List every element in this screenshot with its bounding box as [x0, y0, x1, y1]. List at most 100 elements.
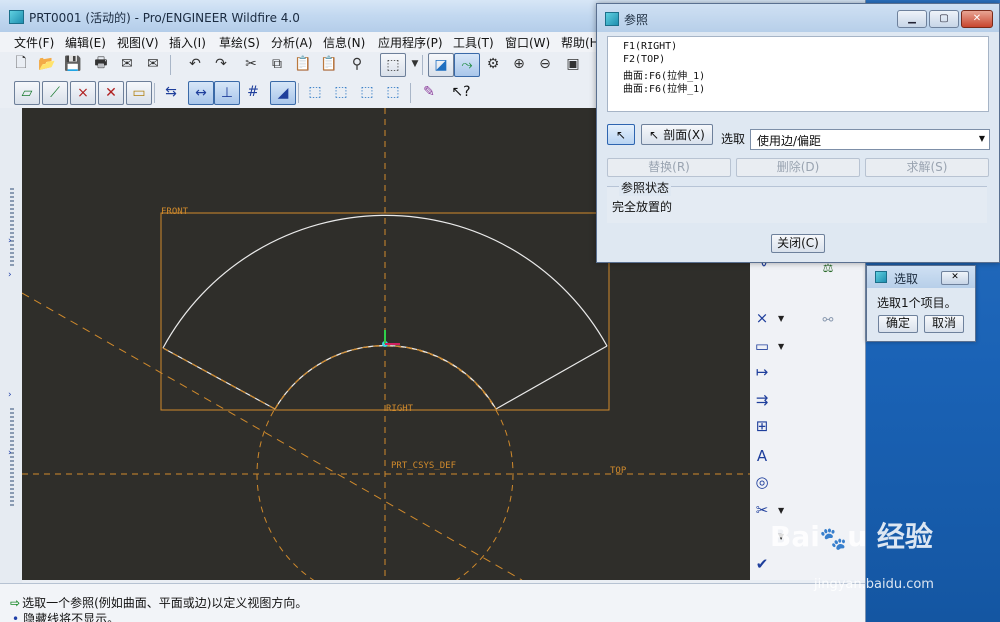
message-line-1: ⇨ 选取一个参照(例如曲面、平面或边)以定义视图方向。: [10, 594, 307, 611]
delete-button[interactable]: 删除(D): [736, 158, 860, 177]
solve-button[interactable]: 求解(S): [865, 158, 989, 177]
point-icon[interactable]: ×: [750, 306, 774, 330]
section-button[interactable]: ↖ 剖面(X): [641, 124, 713, 145]
expand-arrow-icon[interactable]: ›: [8, 448, 12, 458]
csys-display-icon[interactable]: ✕: [98, 81, 124, 105]
info-dot-icon: •: [12, 612, 20, 622]
dimension-display-icon[interactable]: ↔: [188, 81, 214, 105]
shade-closed-icon[interactable]: ⬚: [304, 80, 326, 104]
reference-item[interactable]: 曲面:F6(拉伸_1): [623, 80, 705, 95]
menu-edit[interactable]: 编辑(E): [65, 34, 106, 51]
point-display-icon[interactable]: ×: [70, 81, 96, 105]
text-icon[interactable]: A: [750, 444, 774, 468]
menu-sketch[interactable]: 草绘(S): [219, 34, 260, 51]
references-list[interactable]: F1(RIGHT) F2(TOP) 曲面:F6(拉伸_1) 曲面:F6(拉伸_1…: [607, 36, 989, 112]
open-ends-icon[interactable]: ⬚: [356, 80, 378, 104]
menu-info[interactable]: 信息(N): [323, 34, 365, 51]
overlap-geometry-icon[interactable]: ⬚: [330, 80, 352, 104]
sector-left-edge: [162, 347, 276, 410]
chevron-down-icon[interactable]: ▼: [778, 314, 784, 323]
menu-view[interactable]: 视图(V): [117, 34, 159, 51]
expand-arrow-icon[interactable]: ›: [8, 390, 12, 400]
prompt-arrow-icon: ⇨: [10, 596, 21, 610]
maximize-button[interactable]: ▢: [929, 10, 959, 28]
refit-icon[interactable]: ▣: [562, 52, 584, 76]
pick-arrow-button[interactable]: ↖: [607, 124, 635, 145]
analysis-icon[interactable]: ✎: [418, 80, 440, 104]
constraint-icon[interactable]: ⊞: [750, 414, 774, 438]
dialog-icon: [605, 12, 619, 26]
palette-icon[interactable]: ◎: [750, 470, 774, 494]
reference-item[interactable]: F1(RIGHT): [623, 41, 677, 52]
new-file-icon[interactable]: 🗋: [10, 52, 32, 76]
selection-box-icon[interactable]: ⬚: [380, 53, 406, 77]
expand-arrow-icon[interactable]: ›: [8, 270, 12, 280]
spin-center-icon[interactable]: ⤳: [454, 53, 480, 77]
paste-icon[interactable]: 📋: [292, 52, 314, 76]
undo-icon[interactable]: ↶: [184, 52, 206, 76]
chevron-down-icon[interactable]: ▼: [778, 342, 784, 351]
select-mode-dropdown[interactable]: 使用边/偏距 ▼: [750, 129, 990, 150]
menu-insert[interactable]: 插入(I): [169, 34, 206, 51]
close-window-button[interactable]: ✕: [961, 10, 993, 28]
regenerate-icon[interactable]: ◪: [428, 53, 454, 77]
menu-tools[interactable]: 工具(T): [453, 34, 494, 51]
references-title-bar[interactable]: 参照 ▁ ▢ ✕: [597, 4, 999, 32]
paste-special-icon[interactable]: 📋: [318, 52, 340, 76]
check-feature-icon[interactable]: ⬚: [382, 80, 404, 104]
rectangle-icon[interactable]: ▭: [750, 334, 774, 358]
references-title: 参照: [624, 13, 649, 27]
watermark-url: jingyan.baidu.com: [814, 577, 934, 592]
select-title-bar[interactable]: 选取 ✕: [867, 266, 975, 288]
menu-file[interactable]: 文件(F): [14, 34, 54, 51]
vertex-display-icon[interactable]: ◢: [270, 81, 296, 105]
dialog-icon: [875, 271, 887, 283]
menu-analysis[interactable]: 分析(A): [271, 34, 313, 51]
grid-display-icon[interactable]: #: [242, 80, 264, 104]
close-button[interactable]: 关闭(C): [771, 234, 825, 253]
zoom-in-icon[interactable]: ⊕: [508, 52, 530, 76]
axis-display-icon[interactable]: ⟋: [42, 81, 68, 105]
email-icon[interactable]: ✉: [116, 52, 138, 76]
redo-icon[interactable]: ↷: [210, 52, 232, 76]
dimension-icon[interactable]: ↦: [750, 360, 774, 384]
chevron-down-icon: ▼: [978, 134, 985, 143]
status-value: 完全放置的: [612, 200, 673, 214]
plane-display-icon[interactable]: ▱: [14, 81, 40, 105]
open-folder-icon[interactable]: 📂: [36, 52, 58, 76]
constraint-display-icon[interactable]: ⊥: [214, 81, 240, 105]
orient-icon[interactable]: ⚙: [482, 52, 504, 76]
annotation-display-icon[interactable]: ▭: [126, 81, 152, 105]
zoom-out-icon[interactable]: ⊖: [534, 52, 556, 76]
menu-window[interactable]: 窗口(W): [505, 34, 550, 51]
reference-status-group: 参照状态 完全放置的: [607, 179, 987, 223]
close-icon[interactable]: ✕: [941, 271, 969, 285]
email-link-icon[interactable]: ✉: [142, 52, 164, 76]
replace-button[interactable]: 替换(R): [607, 158, 731, 177]
menu-applications[interactable]: 应用程序(P): [378, 34, 443, 51]
cut-icon[interactable]: ✂: [240, 52, 262, 76]
message-area: ⇨ 选取一个参照(例如曲面、平面或边)以定义视图方向。 • 隐藏线将不显示。: [0, 583, 865, 622]
print-icon[interactable]: 🖶: [90, 52, 112, 76]
status-caption: 参照状态: [619, 179, 672, 196]
chevron-down-icon[interactable]: ▼: [778, 506, 784, 515]
expand-arrow-icon[interactable]: ›: [8, 236, 12, 246]
select-message: 选取1个项目。: [877, 296, 957, 310]
minimize-button[interactable]: ▁: [897, 10, 927, 28]
select-dialog: 选取 ✕ 选取1个项目。 确定 取消: [866, 265, 976, 342]
modify-icon[interactable]: ⇉: [750, 388, 774, 412]
cancel-button[interactable]: 取消: [924, 315, 964, 333]
link-icon[interactable]: ⚯: [816, 308, 840, 332]
window-title: PRT0001 (活动的) - Pro/ENGINEER Wildfire 4.…: [29, 11, 300, 25]
select-title: 选取: [894, 272, 919, 286]
copy-icon[interactable]: ⧉: [266, 52, 288, 76]
find-binoculars-icon[interactable]: ⚲: [346, 52, 368, 76]
context-help-icon[interactable]: ↖?: [450, 80, 472, 104]
save-icon[interactable]: 💾: [62, 52, 84, 76]
references-dialog: 参照 ▁ ▢ ✕ F1(RIGHT) F2(TOP) 曲面:F6(拉伸_1) 曲…: [596, 3, 1000, 263]
menu-help[interactable]: 帮助(H: [561, 34, 599, 51]
cursor-arrow-icon: ↖: [615, 127, 627, 142]
ok-button[interactable]: 确定: [878, 315, 918, 333]
sketch-view-icon[interactable]: ⇆: [160, 80, 182, 104]
reference-item[interactable]: F2(TOP): [623, 54, 665, 65]
